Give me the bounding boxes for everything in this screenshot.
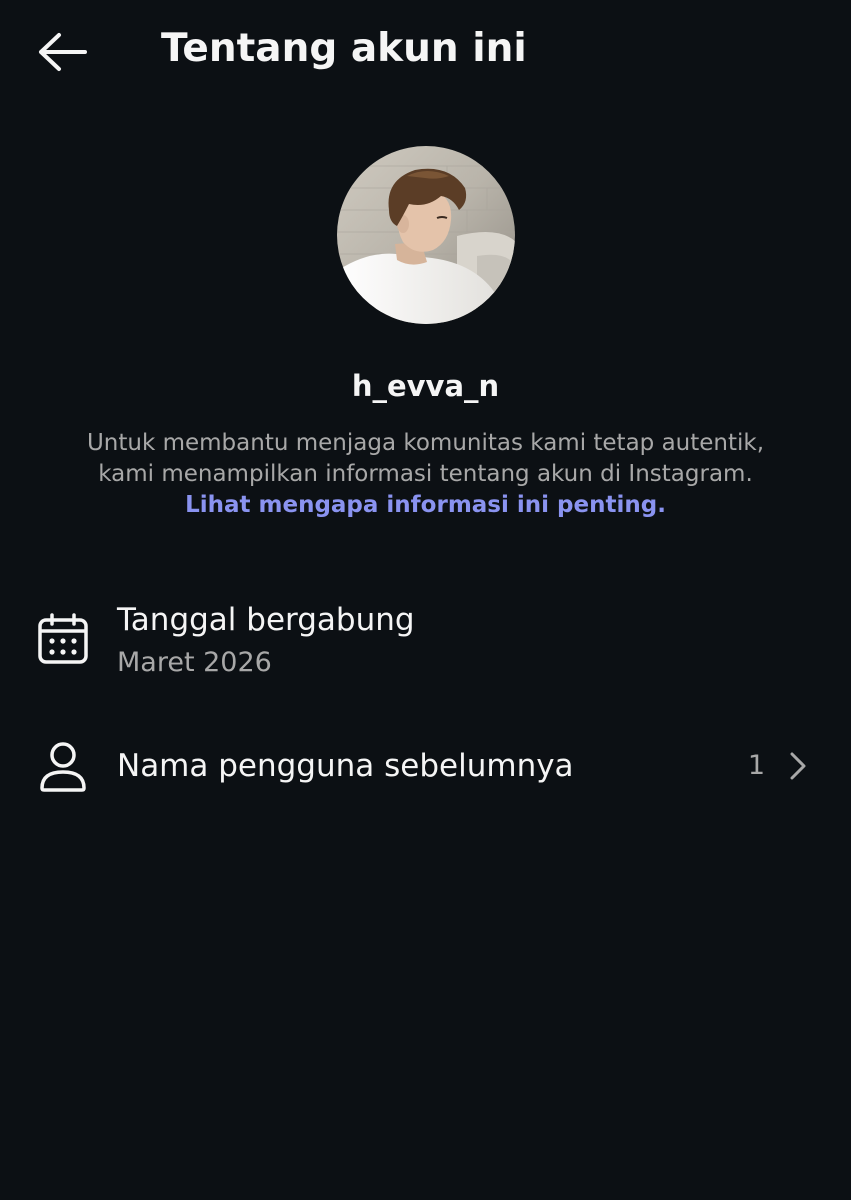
info-description: Untuk membantu menjaga komunitas kami te… — [40, 428, 811, 521]
calendar-icon — [38, 613, 88, 664]
description-line-2: kami menampilkan informasi tentang akun … — [98, 461, 753, 487]
profile-avatar — [337, 146, 515, 324]
profile-username: h_evva_n — [351, 369, 500, 403]
date-joined-value: Maret 2026 — [117, 647, 272, 678]
back-button[interactable] — [30, 24, 94, 80]
previous-usernames-label: Nama pengguna sebelumnya — [117, 748, 574, 784]
app-header: Tentang akun ini — [0, 0, 851, 100]
arrow-left-icon — [39, 33, 87, 71]
page-title: Tentang akun ini — [161, 26, 527, 71]
learn-more-link[interactable]: Lihat mengapa informasi ini penting. — [40, 490, 811, 521]
previous-usernames-count: 1 — [747, 750, 765, 781]
person-icon — [40, 742, 86, 792]
date-joined-label: Tanggal bergabung — [117, 602, 415, 638]
previous-usernames-row[interactable]: Nama pengguna sebelumnya 1 — [0, 728, 851, 808]
description-line-1: Untuk membantu menjaga komunitas kami te… — [86, 430, 765, 456]
chevron-right-icon — [790, 752, 806, 780]
date-joined-row: Tanggal bergabung Maret 2026 — [0, 590, 851, 700]
